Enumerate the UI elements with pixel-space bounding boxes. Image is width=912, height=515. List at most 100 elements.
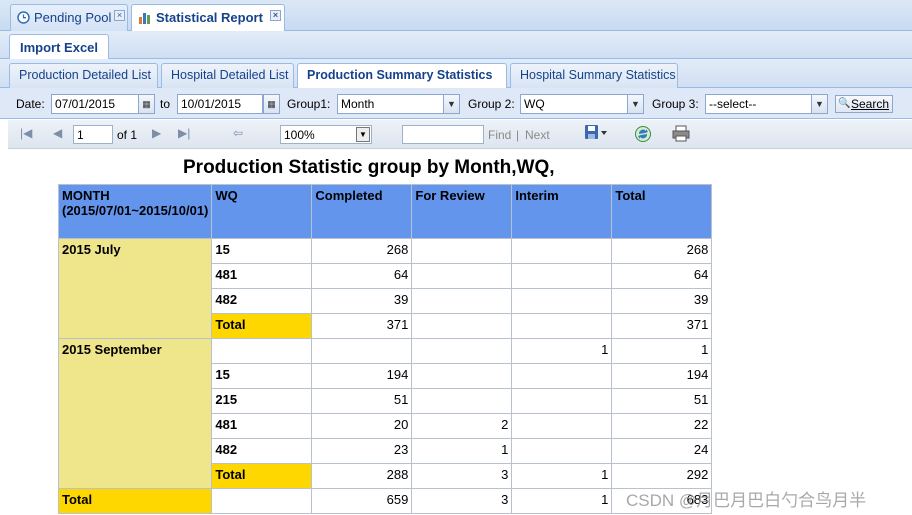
interim-cell <box>511 413 613 439</box>
export-icon[interactable] <box>584 124 608 145</box>
tab-production-summary-statistics[interactable]: Production Summary Statistics <box>297 63 507 89</box>
completed-cell: 64 <box>311 263 413 289</box>
report-area: Production Statistic group by Month,WQ, … <box>8 149 912 515</box>
interim-cell <box>511 363 613 389</box>
column-header: Completed <box>311 184 413 239</box>
completed-cell: 51 <box>311 388 413 414</box>
wq-cell: 481 <box>211 263 313 289</box>
group2-label: Group 2: <box>468 97 515 111</box>
import-excel-button[interactable]: Import Excel <box>9 34 110 59</box>
total-cell: 371 <box>611 313 713 339</box>
find-separator: | <box>516 128 520 142</box>
calendar-icon[interactable]: ▦ <box>263 94 280 114</box>
total-cell: 268 <box>611 238 713 264</box>
wq-cell: 481 <box>211 413 313 439</box>
completed-cell: 23 <box>311 438 413 464</box>
bar-chart-icon <box>138 11 152 27</box>
tab-production-detailed-list[interactable]: Production Detailed List <box>9 63 158 88</box>
search-label: Search <box>850 97 889 111</box>
page-number-input[interactable]: 1 <box>73 125 113 144</box>
subtotal-label-cell: Total <box>211 463 313 489</box>
zoom-value: 100% <box>284 128 315 142</box>
review-cell <box>411 313 513 339</box>
close-icon[interactable]: × <box>114 10 125 21</box>
search-button[interactable]: 🔍 Search <box>835 95 893 113</box>
tab-hospital-detailed-list[interactable]: Hospital Detailed List <box>161 63 294 88</box>
date-label: Date: <box>16 97 45 111</box>
zoom-select[interactable]: 100% ▼ <box>280 125 372 144</box>
column-header: Interim <box>511 184 613 239</box>
search-icon: 🔍 <box>838 98 851 109</box>
chevron-down-icon[interactable]: ▼ <box>443 94 460 114</box>
interim-cell: 1 <box>511 338 613 364</box>
group3-select[interactable]: --select-- <box>705 94 812 114</box>
back-icon[interactable]: ⇦ <box>233 126 243 140</box>
print-icon[interactable] <box>672 125 690 145</box>
next-link[interactable]: Next <box>525 128 550 142</box>
last-page-icon[interactable]: ▶| <box>178 126 190 140</box>
tab-label: Pending Pool <box>34 10 112 25</box>
interim-cell <box>511 313 613 339</box>
column-header: For Review <box>411 184 513 239</box>
chevron-down-icon[interactable]: ▼ <box>811 94 828 114</box>
date-from-field[interactable]: 07/01/2015 <box>51 94 139 114</box>
to-label: to <box>160 97 171 111</box>
find-link[interactable]: Find <box>488 128 511 142</box>
grand-total-label-cell: Total <box>57 488 213 514</box>
import-toolbar: Import Excel <box>0 31 912 59</box>
review-cell <box>411 363 513 389</box>
calendar-icon[interactable]: ▦ <box>138 94 155 114</box>
group1-select[interactable]: Month <box>337 94 444 114</box>
tab-statistical-report[interactable]: Statistical Report × <box>131 4 285 32</box>
review-cell <box>411 388 513 414</box>
completed-cell: 288 <box>311 463 413 489</box>
wq-cell: 15 <box>211 363 313 389</box>
table-row: 2015 September 1 1 <box>57 338 713 489</box>
total-cell: 194 <box>611 363 713 389</box>
completed-cell: 659 <box>311 488 413 514</box>
tab-pending-pool[interactable]: Pending Pool × <box>10 4 128 31</box>
wq-cell: 482 <box>211 438 313 464</box>
date-to-field[interactable]: 10/01/2015 <box>177 94 263 114</box>
interim-cell <box>511 238 613 264</box>
group2-select[interactable]: WQ <box>520 94 628 114</box>
next-page-icon[interactable]: ▶ <box>152 126 161 140</box>
report-subtabs: Production Detailed List Hospital Detail… <box>0 59 912 89</box>
completed-cell: 371 <box>311 313 413 339</box>
report-title: Production Statistic group by Month,WQ, <box>183 157 555 178</box>
watermark-text: CSDN @月巴月巴白勺合鸟月半 <box>626 491 867 510</box>
column-header: WQ <box>211 184 313 239</box>
column-header: Total <box>611 184 713 239</box>
group1-label: Group1: <box>287 97 331 111</box>
clock-icon <box>17 11 30 27</box>
completed-cell: 39 <box>311 288 413 314</box>
group3-label: Group 3: <box>652 97 699 111</box>
close-icon[interactable]: × <box>270 10 281 21</box>
interim-cell <box>511 388 613 414</box>
first-page-icon[interactable]: |◀ <box>20 126 32 140</box>
total-cell: 64 <box>611 263 713 289</box>
wq-cell <box>211 338 313 364</box>
completed-cell: 194 <box>311 363 413 389</box>
grand-total-row: Total 659 3 1 683 <box>57 488 713 514</box>
wq-cell: 15 <box>211 238 313 264</box>
subtotal-label-cell: Total <box>211 313 313 339</box>
chevron-down-icon[interactable]: ▼ <box>627 94 644 114</box>
review-cell: 3 <box>411 488 513 514</box>
interim-cell <box>511 288 613 314</box>
completed-cell <box>311 338 413 364</box>
find-input[interactable] <box>402 125 484 144</box>
completed-cell: 268 <box>311 238 413 264</box>
wq-cell: 482 <box>211 288 313 314</box>
total-cell: 1 <box>611 338 713 364</box>
refresh-icon[interactable] <box>634 125 652 146</box>
app-window: Pending Pool × Statistical Report × Impo… <box>0 0 912 515</box>
filter-bar: Date: 07/01/2015 ▦ to 10/01/2015 ▦ Group… <box>0 88 912 119</box>
tab-hospital-summary-statistics[interactable]: Hospital Summary Statistics <box>510 63 678 88</box>
previous-page-icon[interactable]: ◀ <box>53 126 62 140</box>
tab-label: Statistical Report <box>156 10 263 25</box>
total-cell: 39 <box>611 288 713 314</box>
table-header-row: MONTH (2015/07/01~2015/10/01) WQ Complet… <box>57 184 713 239</box>
total-cell: 22 <box>611 413 713 439</box>
total-cell: 51 <box>611 388 713 414</box>
